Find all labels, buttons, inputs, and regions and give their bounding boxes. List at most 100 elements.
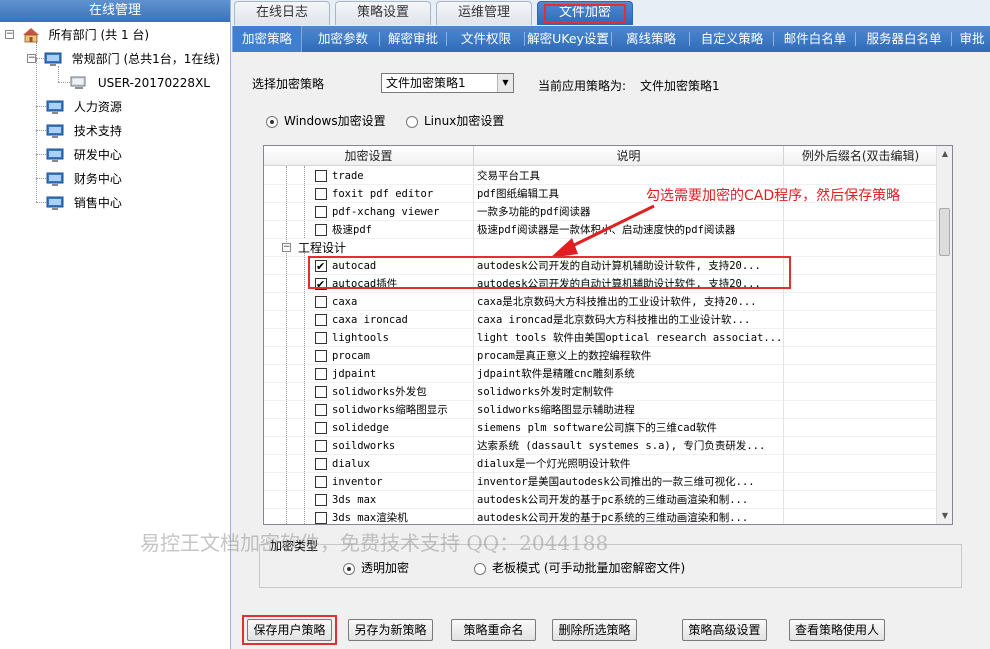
- tree-line: [36, 154, 46, 155]
- exception-ext-cell[interactable]: [784, 437, 937, 455]
- table-row[interactable]: procam procam是真正意义上的数控编程软件: [264, 347, 937, 365]
- exception-ext-cell[interactable]: [784, 401, 937, 419]
- radio-icon[interactable]: [474, 562, 486, 575]
- checkbox[interactable]: [315, 512, 327, 524]
- tree-group[interactable]: − 常规部门 (总共1台，1在线): [27, 48, 220, 68]
- exception-ext-cell[interactable]: [784, 509, 937, 524]
- table-row[interactable]: caxa ironcad caxa ironcad是北京数码大方科技推出的工业设…: [264, 311, 937, 329]
- exception-ext-cell[interactable]: [784, 329, 937, 347]
- department-label: 研发中心: [73, 147, 122, 162]
- exception-ext-cell[interactable]: [784, 473, 937, 491]
- checkbox[interactable]: [315, 404, 327, 416]
- subtab-encrypt-policy[interactable]: 加密策略: [232, 26, 302, 52]
- checkbox[interactable]: [315, 476, 327, 488]
- exception-ext-cell[interactable]: [784, 419, 937, 437]
- delete-policy-button[interactable]: 删除所选策略: [552, 619, 637, 641]
- checkbox[interactable]: [315, 386, 327, 398]
- subtab-offline-policy[interactable]: 离线策略: [614, 26, 688, 52]
- table-row[interactable]: solidedge siemens plm software公司旗下的三维cad…: [264, 419, 937, 437]
- exception-ext-cell[interactable]: [784, 293, 937, 311]
- checkbox[interactable]: [315, 440, 327, 452]
- subtab-server-whitelist[interactable]: 服务器白名单: [858, 26, 950, 52]
- tree-department[interactable]: 研发中心: [46, 144, 122, 164]
- checkbox[interactable]: [315, 188, 327, 200]
- checkbox[interactable]: [315, 224, 327, 236]
- exception-ext-cell[interactable]: [784, 311, 937, 329]
- checkbox[interactable]: [315, 422, 327, 434]
- table-row[interactable]: jdpaint jdpaint软件是精雕cnc雕刻系统: [264, 365, 937, 383]
- os-linux-option[interactable]: Linux加密设置: [406, 112, 504, 129]
- subtab-approval[interactable]: 审批: [954, 26, 990, 52]
- tree-computer[interactable]: USER-20170228XL: [70, 72, 210, 92]
- exception-ext-cell[interactable]: [784, 275, 937, 293]
- exception-ext-cell[interactable]: [784, 203, 937, 221]
- subtab-file-permissions[interactable]: 文件权限: [449, 26, 523, 52]
- checkbox[interactable]: [315, 458, 327, 470]
- tree-department[interactable]: 技术支持: [46, 120, 122, 140]
- tree-root[interactable]: − 所有部门 (共 1 台): [5, 24, 149, 44]
- rename-policy-button[interactable]: 策略重命名: [451, 619, 536, 641]
- radio-icon[interactable]: [406, 115, 418, 128]
- encrypt-boss-option[interactable]: 老板模式 (可手动批量加密解密文件): [474, 559, 685, 576]
- checkbox[interactable]: [315, 170, 327, 182]
- table-row[interactable]: soildworks 达索系统 (dassault systemes s.a),…: [264, 437, 937, 455]
- advanced-policy-button[interactable]: 策略高级设置: [682, 619, 767, 641]
- exception-ext-cell[interactable]: [784, 257, 937, 275]
- exception-ext-cell[interactable]: [784, 365, 937, 383]
- collapse-icon[interactable]: −: [27, 54, 36, 63]
- exception-ext-cell[interactable]: [784, 383, 937, 401]
- chevron-down-icon[interactable]: ▼: [497, 74, 513, 92]
- checkbox[interactable]: [315, 368, 327, 380]
- table-row[interactable]: lightools light tools 软件由美国optical resea…: [264, 329, 937, 347]
- os-windows-option[interactable]: Windows加密设置: [266, 112, 386, 129]
- tree-department[interactable]: 财务中心: [46, 168, 122, 188]
- save-policy-button[interactable]: 保存用户策略: [247, 619, 332, 641]
- scroll-down-icon[interactable]: ▼: [937, 508, 952, 524]
- tab-online-log[interactable]: 在线日志: [234, 1, 330, 25]
- checkbox[interactable]: [315, 350, 327, 362]
- collapse-icon[interactable]: −: [5, 30, 14, 39]
- encrypt-transparent-option[interactable]: 透明加密: [343, 559, 409, 576]
- table-row[interactable]: dialux dialux是一个灯光照明设计软件: [264, 455, 937, 473]
- subtab-mail-whitelist[interactable]: 邮件白名单: [776, 26, 854, 52]
- checkbox[interactable]: [315, 494, 327, 506]
- tab-ops-management[interactable]: 运维管理: [436, 1, 532, 25]
- exception-ext-cell[interactable]: [784, 491, 937, 509]
- subtab-encrypt-params[interactable]: 加密参数: [308, 26, 378, 52]
- exception-ext-cell[interactable]: [784, 455, 937, 473]
- checkbox[interactable]: [315, 314, 327, 326]
- radio-icon[interactable]: [343, 562, 355, 575]
- exception-ext-cell[interactable]: [784, 221, 937, 239]
- table-row[interactable]: 3ds max autodesk公司开发的基于pc系统的三维动画渲染和制...: [264, 491, 937, 509]
- collapse-icon[interactable]: −: [282, 243, 291, 252]
- tab-policy-settings[interactable]: 策略设置: [335, 1, 431, 25]
- tree-department[interactable]: 销售中心: [46, 192, 122, 212]
- program-desc: dialux是一个灯光照明设计软件: [474, 455, 784, 473]
- table-row[interactable]: solidworks外发包 solidworks外发时定制软件: [264, 383, 937, 401]
- radio-icon[interactable]: [266, 115, 278, 128]
- table-row[interactable]: inventor inventor是美国autodesk公司推出的一款三维可视化…: [264, 473, 937, 491]
- table-row[interactable]: 3ds max渲染机 autodesk公司开发的基于pc系统的三维动画渲染和制.…: [264, 509, 937, 524]
- save-as-new-policy-button[interactable]: 另存为新策略: [348, 619, 433, 641]
- table-row[interactable]: solidworks缩略图显示 solidworks缩略图显示辅助进程: [264, 401, 937, 419]
- table-row[interactable]: caxa caxa是北京数码大方科技推出的工业设计软件, 支持20...: [264, 293, 937, 311]
- policy-select[interactable]: 文件加密策略1 ▼: [381, 73, 514, 93]
- column-header[interactable]: 加密设置: [264, 146, 474, 166]
- scroll-up-icon[interactable]: ▲: [937, 146, 952, 162]
- checkbox[interactable]: [315, 296, 327, 308]
- subtab-decrypt-approval[interactable]: 解密审批: [381, 26, 445, 52]
- exception-ext-cell[interactable]: [784, 167, 937, 185]
- tab-file-encryption[interactable]: 文件加密: [537, 1, 633, 25]
- checkbox[interactable]: [315, 332, 327, 344]
- checkbox[interactable]: [315, 206, 327, 218]
- view-policy-users-button[interactable]: 查看策略使用人: [789, 619, 885, 641]
- vertical-scrollbar[interactable]: ▲ ▼: [936, 146, 952, 524]
- tree-department[interactable]: 人力资源: [46, 96, 122, 116]
- scroll-thumb[interactable]: [939, 208, 950, 256]
- column-header[interactable]: 例外后缀名(双击编辑): [784, 146, 937, 166]
- table-row[interactable]: trade 交易平台工具: [264, 167, 937, 185]
- subtab-ukey-settings[interactable]: 解密UKey设置: [526, 26, 610, 52]
- column-header[interactable]: 说明: [474, 146, 784, 166]
- subtab-custom-policy[interactable]: 自定义策略: [692, 26, 772, 52]
- exception-ext-cell[interactable]: [784, 347, 937, 365]
